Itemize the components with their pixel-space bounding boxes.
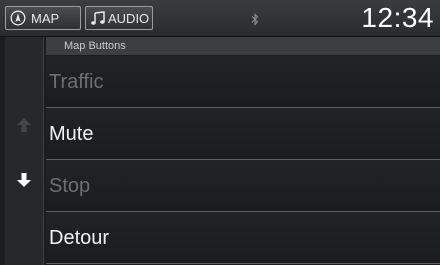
- compass-icon: [10, 10, 26, 26]
- audio-tab-label: AUDIO: [108, 11, 150, 26]
- menu-item-label: Mute: [49, 123, 94, 145]
- music-note-icon: [91, 11, 105, 25]
- status-bar: MAP AUDIO 12:34: [0, 0, 440, 37]
- menu-item-detour[interactable]: Detour: [46, 212, 440, 264]
- arrow-down-icon[interactable]: [16, 172, 32, 188]
- menu-item-label: Detour: [49, 227, 110, 249]
- menu-item-label: Traffic: [49, 71, 104, 93]
- audio-tab-button[interactable]: AUDIO: [85, 6, 153, 30]
- bluetooth-icon: [251, 13, 259, 26]
- list-header: Map Buttons: [46, 37, 440, 55]
- map-tab-label: MAP: [31, 11, 60, 26]
- navigation-screen: MAP AUDIO 12:34 Map Buttons Traffic Mute…: [0, 0, 440, 265]
- menu-item-mute[interactable]: Mute: [46, 108, 440, 160]
- map-buttons-list: Traffic Mute Stop Detour: [46, 56, 440, 264]
- menu-item-label: Stop: [49, 175, 91, 197]
- page-title: Map Buttons: [64, 40, 126, 52]
- arrow-up-icon[interactable]: [16, 117, 32, 133]
- menu-item-traffic[interactable]: Traffic: [46, 56, 440, 108]
- clock: 12:34: [361, 2, 434, 33]
- map-tab-button[interactable]: MAP: [5, 6, 81, 30]
- scroll-rail[interactable]: [5, 37, 44, 265]
- menu-item-stop[interactable]: Stop: [46, 160, 440, 212]
